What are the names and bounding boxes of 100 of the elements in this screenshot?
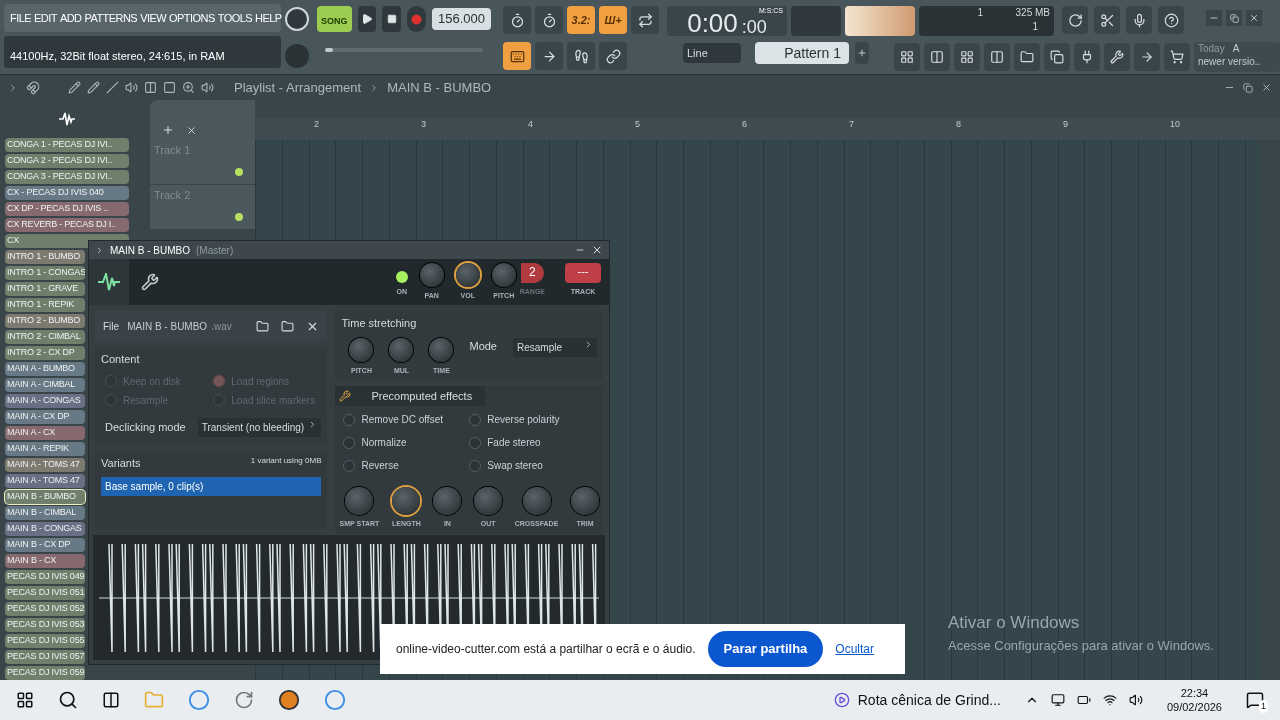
channel-button[interactable]: MAIN A - REPIK [5, 442, 85, 456]
channel-button[interactable]: MAIN B - CONGAS [5, 522, 85, 536]
channel-button[interactable]: INTRO 1 - REPIK [5, 298, 85, 312]
channel-button[interactable]: MAIN A - TOMS 47 [5, 474, 85, 488]
variant-item[interactable]: Base sample, 0 clip(s) [101, 477, 322, 496]
tempo-display[interactable]: 156.000 [432, 8, 491, 30]
position-thumb[interactable] [325, 48, 333, 52]
channel-button[interactable]: MAIN A - CX DP [5, 410, 85, 424]
hide-link[interactable]: Ocultar [835, 640, 875, 658]
song-mode-toggle[interactable]: SONG [317, 6, 352, 32]
knob[interactable] [419, 262, 444, 287]
on-led[interactable] [395, 270, 408, 283]
notification-icon[interactable] [1246, 691, 1264, 709]
menu-item[interactable]: PATTERNS [84, 9, 138, 27]
channel-button[interactable]: CX DP - PECAS DJ IVIS .. [5, 202, 129, 216]
channel-button[interactable]: CX REVERB - PECAS DJ I.. [5, 218, 129, 232]
stop-button[interactable] [382, 6, 402, 32]
knob[interactable] [349, 337, 374, 362]
toolbar-button[interactable] [535, 42, 563, 70]
toolbar-button[interactable] [924, 43, 950, 71]
folder-icon[interactable] [281, 319, 295, 333]
channel-button[interactable]: PECAS DJ IVIS 051 [5, 586, 85, 600]
radio-button[interactable] [469, 459, 482, 472]
record-button[interactable] [407, 6, 426, 32]
knob[interactable] [345, 487, 374, 515]
channel-button[interactable]: INTRO 1 - CONGAS [5, 266, 85, 280]
channel-button[interactable]: CX - PECAS DJ IVIS 040 [5, 186, 129, 200]
stop-sharing-button[interactable]: Parar partilha [707, 631, 824, 667]
channel-button[interactable]: MAIN A - CIMBAL [5, 378, 85, 392]
master-volume-knob[interactable] [285, 6, 309, 31]
search-icon[interactable] [58, 690, 78, 710]
range-display[interactable]: 2 [521, 262, 544, 283]
play-button[interactable] [357, 6, 377, 32]
toolbar-button[interactable] [984, 43, 1010, 71]
channel-button[interactable]: PECAS DJ IVIS 055 [5, 634, 85, 648]
channel-button[interactable]: MAIN B - CX DP [5, 538, 85, 552]
restore-button[interactable] [1226, 10, 1242, 26]
channel-button[interactable]: MAIN B - CX [5, 554, 85, 568]
pattern-selector[interactable]: Pattern 1 [755, 42, 849, 64]
mode-dropdown[interactable]: Resample [513, 337, 597, 357]
channel-button[interactable]: CONGA 2 - PECAS DJ IVI.. [5, 154, 129, 168]
radio-button[interactable] [469, 436, 482, 449]
toolbar-button[interactable] [503, 42, 531, 70]
sample-tab[interactable] [89, 259, 129, 305]
snap-selector[interactable]: Line [683, 43, 741, 63]
menu-item[interactable]: HELP [255, 9, 282, 27]
close-button[interactable] [1246, 10, 1262, 26]
toolbar-button[interactable] [631, 6, 659, 34]
channel-button[interactable]: CONGA 3 - PECAS DJ IVI.. [5, 170, 129, 184]
track-display[interactable]: --- [565, 262, 601, 283]
channel-button[interactable]: INTRO 1 - GRAVE [5, 282, 85, 296]
channel-button[interactable]: MAIN B - CIMBAL [5, 506, 85, 520]
channel-button[interactable]: PECAS DJ IVIS 053 [5, 618, 85, 632]
channel-button[interactable]: MAIN A - CONGAS [5, 394, 85, 408]
tool-icon[interactable] [125, 81, 138, 94]
toolbar-button[interactable] [1164, 43, 1190, 71]
folder-icon[interactable] [256, 319, 270, 333]
knob[interactable] [455, 262, 480, 287]
toolbar-button[interactable] [1044, 43, 1070, 71]
toolbar-button[interactable] [1104, 43, 1130, 71]
channel-button[interactable]: PECAS DJ IVIS 049 [5, 570, 85, 584]
tool-icon[interactable] [163, 81, 176, 94]
toolbar-button[interactable] [1094, 6, 1120, 34]
menu-item[interactable]: OPTIONS [169, 9, 215, 27]
toolbar-button[interactable] [1074, 43, 1100, 71]
knob[interactable] [491, 262, 516, 287]
toolbar-button[interactable] [567, 42, 595, 70]
menu-item[interactable]: EDIT [34, 9, 57, 27]
minimize-button[interactable] [1206, 10, 1222, 26]
tool-icon[interactable] [201, 81, 214, 94]
channel-button[interactable]: MAIN B - BUMBO [5, 490, 85, 504]
knob[interactable] [571, 487, 599, 515]
add-pattern-button[interactable] [855, 42, 869, 64]
toolbar-button[interactable] [1134, 43, 1160, 71]
knob[interactable] [474, 487, 503, 515]
toolbar-button[interactable] [1126, 6, 1152, 34]
tool-icon[interactable] [87, 81, 100, 94]
menu-item[interactable]: VIEW [140, 9, 167, 27]
channel-button[interactable]: MAIN A - TOMS 47 [5, 458, 85, 472]
channel-button[interactable]: INTRO 2 - CIMBAL [5, 330, 85, 344]
knob[interactable] [522, 487, 551, 515]
tool-icon[interactable] [106, 81, 119, 94]
knob[interactable] [433, 487, 462, 515]
wrench-icon[interactable] [141, 273, 159, 291]
channel-button[interactable]: INTRO 1 - BUMBO [5, 250, 85, 264]
channel-button[interactable]: INTRO 2 - BUMBO [5, 314, 85, 328]
toolbar-button[interactable] [954, 43, 980, 71]
toolbar-button[interactable] [503, 6, 531, 34]
channel-button[interactable]: MAIN A - BUMBO [5, 362, 85, 376]
channel-button[interactable]: CONGA 1 - PECAS DJ IVI.. [5, 138, 129, 152]
channel-button[interactable]: PECAS DJ IVIS 052 [5, 602, 85, 616]
menu-item[interactable]: TOOLS [217, 9, 253, 27]
tool-icon[interactable] [182, 81, 195, 94]
knob[interactable] [389, 337, 414, 362]
toolbar-button[interactable] [1158, 6, 1184, 34]
radio-button[interactable] [469, 413, 482, 426]
declicking-dropdown[interactable]: Transient (no bleeding) [197, 417, 322, 437]
channel-button[interactable]: PECAS DJ IVIS 059 [5, 666, 85, 680]
toolbar-button[interactable] [1062, 6, 1088, 34]
radio-button[interactable] [343, 436, 356, 449]
